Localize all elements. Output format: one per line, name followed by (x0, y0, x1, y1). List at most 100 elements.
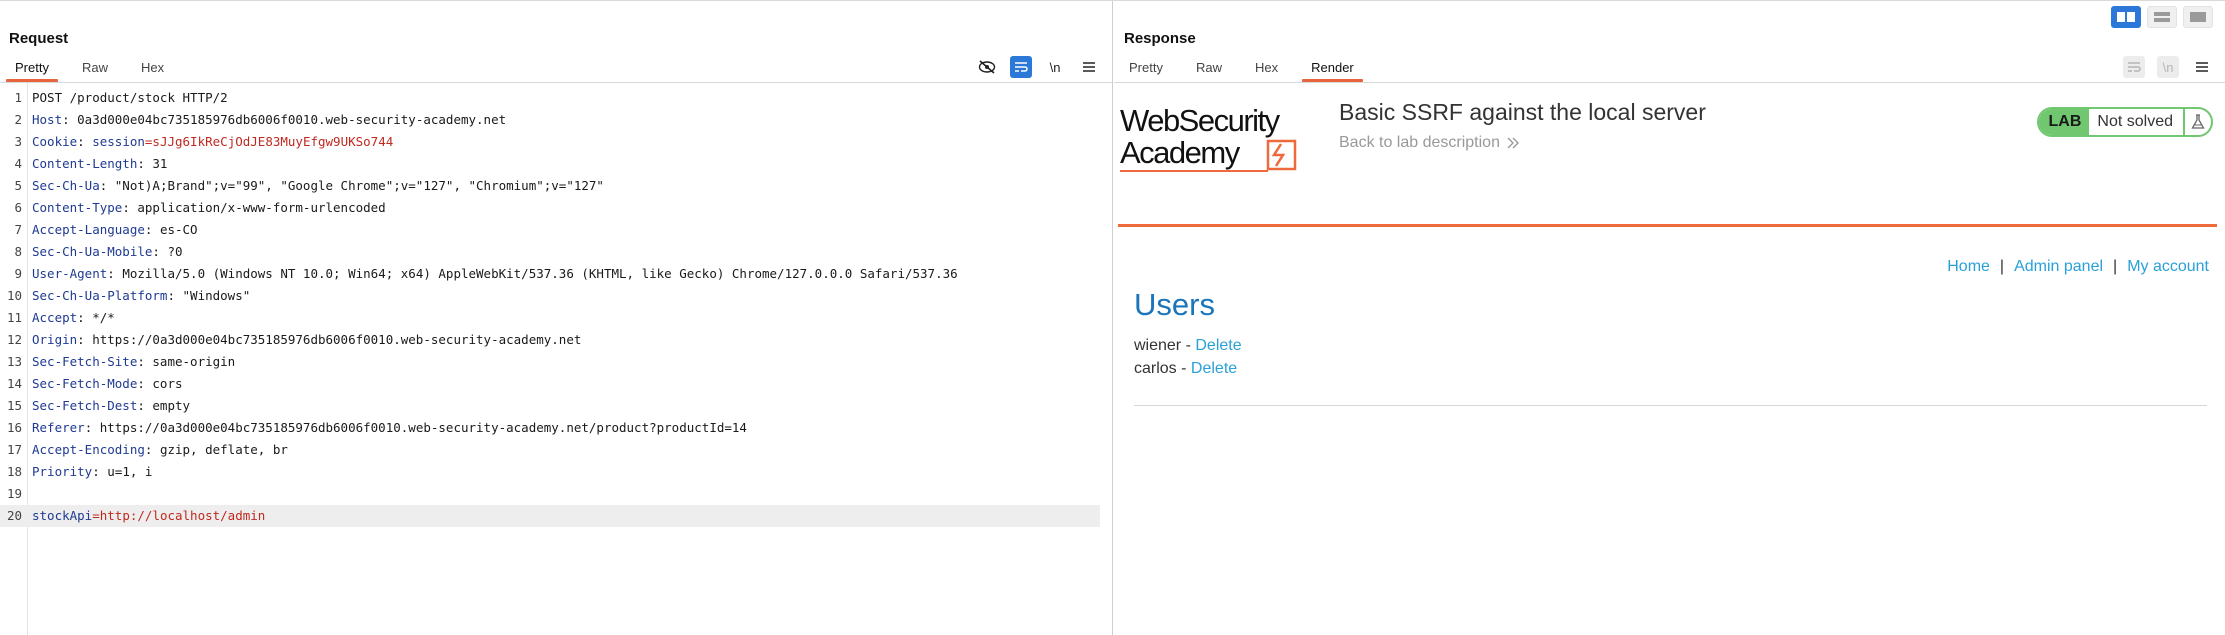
line-number: 10 (6, 288, 22, 303)
lab-label: LAB (2038, 109, 2090, 135)
line-number: 14 (6, 376, 22, 391)
code-line: 7 Accept-Language: es-CO (0, 219, 1100, 241)
code-line: 19 (0, 483, 1100, 505)
line-number: 11 (6, 310, 22, 325)
code-line-current: 20 stockApi=http://localhost/admin (0, 505, 1100, 527)
tab-hex[interactable]: Hex (1246, 56, 1287, 82)
header-value: : 0a3d000e04bc735185976db6006f0010.web-s… (62, 112, 507, 127)
header-name: Sec-Fetch-Site (32, 354, 138, 369)
header-value: : */* (77, 310, 115, 325)
rendered-page: WebSecurity Academy Basic SSRF against t… (1114, 83, 2225, 635)
menu-icon[interactable] (2191, 56, 2213, 78)
header-name: User-Agent (32, 266, 108, 281)
tab-raw[interactable]: Raw (73, 56, 117, 82)
line-number: 7 (14, 222, 22, 237)
request-pane: Request Pretty Raw Hex \n 1 POST /product… (0, 1, 1113, 635)
code-line: 9 User-Agent: Mozilla/5.0 (Windows NT 10.… (0, 263, 1100, 285)
flask-icon[interactable] (2183, 109, 2211, 135)
body-param-name: stockApi (32, 508, 93, 523)
line-number: 19 (6, 486, 22, 501)
line-number: 18 (6, 464, 22, 479)
header-name: Sec-Ch-Ua-Mobile (32, 244, 153, 259)
header-value: : https://0a3d000e04bc735185976db6006f00… (77, 332, 582, 347)
newline-icon[interactable]: \n (2157, 56, 2179, 78)
wrap-icon[interactable] (1010, 56, 1032, 78)
nav-home-link[interactable]: Home (1947, 258, 1990, 276)
nav-admin-panel-link[interactable]: Admin panel (2014, 258, 2103, 276)
code-line: 16 Referer: https://0a3d000e04bc735185976… (0, 417, 1100, 439)
header-name: Accept (32, 310, 78, 325)
nav-separator: | (2113, 258, 2118, 275)
back-to-description-link[interactable]: Back to lab description (1339, 134, 1520, 152)
header-value: : https://0a3d000e04bc735185976db6006f00… (84, 420, 747, 435)
line-number: 6 (14, 200, 22, 215)
user-dash: - (1181, 337, 1196, 354)
line-number: 3 (14, 134, 22, 149)
tab-pretty[interactable]: Pretty (1120, 56, 1172, 82)
delete-user-link[interactable]: Delete (1191, 360, 1237, 377)
tab-raw[interactable]: Raw (1187, 56, 1231, 82)
user-name: carlos (1134, 360, 1177, 377)
logo-line-1: WebSecurity (1120, 103, 1281, 138)
header-value: : es-CO (144, 222, 198, 237)
account-nav: Home | Admin panel | My account (1947, 258, 2209, 276)
response-toolbar: \n (2123, 56, 2213, 78)
cookie-value: =sJJg6IkReCjOdJE83MuyEfgw9UKSo744 (144, 134, 394, 149)
request-code: 1 POST /product/stock HTTP/2 2 Host: 0a3d0… (0, 87, 1100, 527)
code-line: 14 Sec-Fetch-Mode: cors (0, 373, 1100, 395)
header-value: : application/x-www-form-urlencoded (122, 200, 386, 215)
line-number: 5 (14, 178, 22, 193)
user-row: wiener - Delete (1134, 337, 1242, 355)
web-security-academy-logo[interactable]: WebSecurity Academy (1120, 101, 1320, 173)
newline-icon[interactable]: \n (1044, 56, 1066, 78)
line-number: 8 (14, 244, 22, 259)
code-line: 2 Host: 0a3d000e04bc735185976db6006f0010.… (0, 109, 1100, 131)
eye-slash-icon[interactable] (976, 56, 998, 78)
header-value: : Mozilla/5.0 (Windows NT 10.0; Win64; x… (107, 266, 958, 281)
code-line: 12 Origin: https://0a3d000e04bc735185976d… (0, 329, 1100, 351)
tab-render[interactable]: Render (1302, 56, 1363, 82)
line-number: 1 (14, 90, 22, 105)
header-name: Sec-Fetch-Mode (32, 376, 138, 391)
double-chevron-right-icon (1507, 137, 1519, 149)
line-number: 9 (14, 266, 22, 281)
header-name: Content-Type (32, 200, 123, 215)
header-name: Referer (32, 420, 85, 435)
tab-hex[interactable]: Hex (132, 56, 173, 82)
code-line: 17 Accept-Encoding: gzip, deflate, br (0, 439, 1100, 461)
line-number: 15 (6, 398, 22, 413)
header-name: Content-Length (32, 156, 138, 171)
line-number: 4 (14, 156, 22, 171)
users-heading: Users (1134, 287, 1215, 322)
back-link-label: Back to lab description (1339, 134, 1500, 151)
content-divider (1134, 405, 2207, 406)
header-name: Cookie (32, 134, 78, 149)
header-value: : cors (137, 376, 183, 391)
header-name: Sec-Ch-Ua (32, 178, 100, 193)
response-title: Response (1124, 30, 1196, 47)
wrap-icon[interactable] (2123, 56, 2145, 78)
request-title: Request (9, 30, 69, 47)
cookie-name: session (92, 134, 145, 149)
response-tabs: Pretty Raw Hex Render (1114, 56, 1378, 82)
lab-title: Basic SSRF against the local server (1339, 99, 1706, 125)
header-value: : 31 (137, 156, 168, 171)
header-value: : u=1, i (92, 464, 153, 479)
code-line: 15 Sec-Fetch-Dest: empty (0, 395, 1100, 417)
code-line: 3 Cookie: session=sJJg6IkReCjOdJE83MuyEfg… (0, 131, 1100, 153)
user-row: carlos - Delete (1134, 360, 1237, 378)
nav-my-account-link[interactable]: My account (2127, 258, 2209, 276)
lab-status: Not solved (2097, 113, 2173, 130)
request-tabs: Pretty Raw Hex (0, 56, 188, 82)
line-number: 17 (6, 442, 22, 457)
user-name: wiener (1134, 337, 1182, 354)
code-line: 11 Accept: */* (0, 307, 1100, 329)
request-editor[interactable]: 1 POST /product/stock HTTP/2 2 Host: 0a3d0… (0, 83, 1112, 635)
user-dash: - (1176, 360, 1191, 377)
header-value: : ?0 (152, 244, 183, 259)
tab-pretty[interactable]: Pretty (6, 56, 58, 82)
menu-icon[interactable] (1078, 56, 1100, 78)
header-name: Origin (32, 332, 78, 347)
delete-user-link[interactable]: Delete (1195, 337, 1241, 354)
header-name: Priority (32, 464, 93, 479)
